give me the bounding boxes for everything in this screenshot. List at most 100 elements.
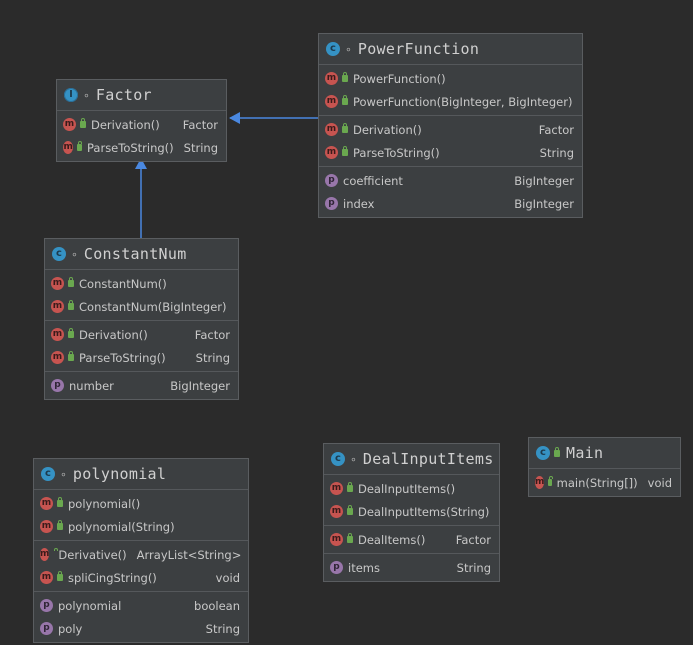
public-lock-icon [68,328,74,338]
public-lock-icon [342,146,348,156]
method-icon: m [330,533,343,546]
public-lock-icon [347,482,353,492]
class-icon: c [52,247,66,261]
constructors-section: m ConstantNum() m ConstantNum(BigInteger… [45,270,238,321]
field-type: BigInteger [170,378,230,393]
constructor-name: DealInputItems(String) [358,504,490,519]
class-header: c ∘ PowerFunction [319,34,582,65]
method-name: Derivation() [353,122,422,137]
method-type: String [183,140,218,155]
method-row[interactable]: m Derivation() Factor [57,113,226,136]
visibility-icon: ∘ [345,42,352,56]
method-row[interactable]: m ParseToString() String [319,141,582,164]
class-polynomial[interactable]: c ∘ polynomial m polynomial() m polynomi… [33,458,249,643]
interface-icon: I [64,88,78,102]
field-row[interactable]: p polynomial boolean [34,594,248,617]
field-type: String [456,560,491,575]
method-row[interactable]: m spliCingString() void [34,566,248,589]
public-lock-icon [68,277,74,287]
class-icon: c [41,467,55,481]
public-lock-icon [68,300,74,310]
method-icon: m [51,351,64,364]
class-header: c ∘ polynomial [34,459,248,490]
class-header: c Main [529,438,680,469]
class-header: c ∘ DealInputItems [324,444,499,475]
constructor-row[interactable]: m DealInputItems(String) [324,500,499,523]
method-row[interactable]: m Derivation() Factor [319,118,582,141]
public-lock-icon [342,123,348,133]
constructor-name: DealInputItems() [358,481,456,496]
class-name: DealInputItems [362,450,494,468]
method-icon: m [325,146,338,159]
class-icon: c [326,42,340,56]
public-lock-icon [77,141,82,151]
method-row[interactable]: m ParseToString() String [57,136,226,159]
method-type: Factor [455,532,491,547]
class-main[interactable]: c Main m main(String[]) void [528,437,681,497]
field-row[interactable]: p poly String [34,617,248,640]
method-icon: m [330,505,343,518]
constructor-name: polynomial() [68,496,141,511]
class-powerfunction[interactable]: c ∘ PowerFunction m PowerFunction() m Po… [318,33,583,218]
method-name: ParseToString() [353,145,440,160]
method-icon: m [51,277,64,290]
methods-section: m main(String[]) void [529,469,680,496]
field-name: items [348,560,380,575]
method-name: Derivative() [58,547,127,562]
method-icon: m [535,476,545,489]
method-name: Derivation() [79,327,148,342]
class-constantnum[interactable]: c ∘ ConstantNum m ConstantNum() m Consta… [44,238,239,400]
field-icon: p [40,599,53,612]
constructor-name: PowerFunction(BigInteger, BigInteger) [353,94,573,109]
method-row[interactable]: m Derivation() Factor [45,323,238,346]
methods-section: m DealItems() Factor [324,526,499,554]
constructor-row[interactable]: m polynomial(String) [34,515,248,538]
constructor-name: PowerFunction() [353,71,446,86]
method-row[interactable]: m DealItems() Factor [324,528,499,551]
method-icon: m [40,548,50,561]
constructor-row[interactable]: m PowerFunction() [319,67,582,90]
constructor-row[interactable]: m ConstantNum() [45,272,238,295]
constructor-row[interactable]: m DealInputItems() [324,477,499,500]
class-header: c ∘ ConstantNum [45,239,238,270]
visibility-icon: ∘ [71,247,78,261]
public-lock-icon [342,95,348,105]
method-icon: m [325,95,338,108]
method-row[interactable]: m Derivative() ArrayList<String> [34,543,248,566]
field-row[interactable]: p number BigInteger [45,374,238,397]
class-dealinputitems[interactable]: c ∘ DealInputItems m DealInputItems() m … [323,443,500,582]
constructor-row[interactable]: m PowerFunction(BigInteger, BigInteger) [319,90,582,113]
method-row[interactable]: m main(String[]) void [529,471,680,494]
field-type: BigInteger [514,173,574,188]
field-icon: p [325,174,338,187]
public-lock-icon [68,351,74,361]
field-icon: p [51,379,64,392]
field-row[interactable]: p coefficient BigInteger [319,169,582,192]
public-lock-icon [57,520,63,530]
method-name: ParseToString() [87,140,174,155]
method-name: Derivation() [91,117,160,132]
field-row[interactable]: p index BigInteger [319,192,582,215]
method-name: DealItems() [358,532,426,547]
public-lock-icon [57,571,63,581]
method-icon: m [63,118,76,131]
class-name: Main [566,444,604,462]
method-type: String [195,350,230,365]
constructors-section: m polynomial() m polynomial(String) [34,490,248,541]
class-header: I ∘ Factor [57,80,226,111]
method-type: String [539,145,574,160]
method-row[interactable]: m ParseToString() String [45,346,238,369]
class-factor[interactable]: I ∘ Factor m Derivation() Factor m Parse… [56,79,227,162]
method-icon: m [63,141,74,154]
constructor-name: polynomial(String) [68,519,175,534]
methods-section: m Derivative() ArrayList<String> m spliC… [34,541,248,592]
constructor-row[interactable]: m polynomial() [34,492,248,515]
fields-section: p polynomial boolean p poly String [34,592,248,642]
method-name: spliCingString() [68,570,157,585]
fields-section: p number BigInteger [45,372,238,399]
method-type: Factor [182,117,218,132]
method-icon: m [40,571,53,584]
method-icon: m [325,123,338,136]
field-row[interactable]: p items String [324,556,499,579]
constructor-row[interactable]: m ConstantNum(BigInteger) [45,295,238,318]
